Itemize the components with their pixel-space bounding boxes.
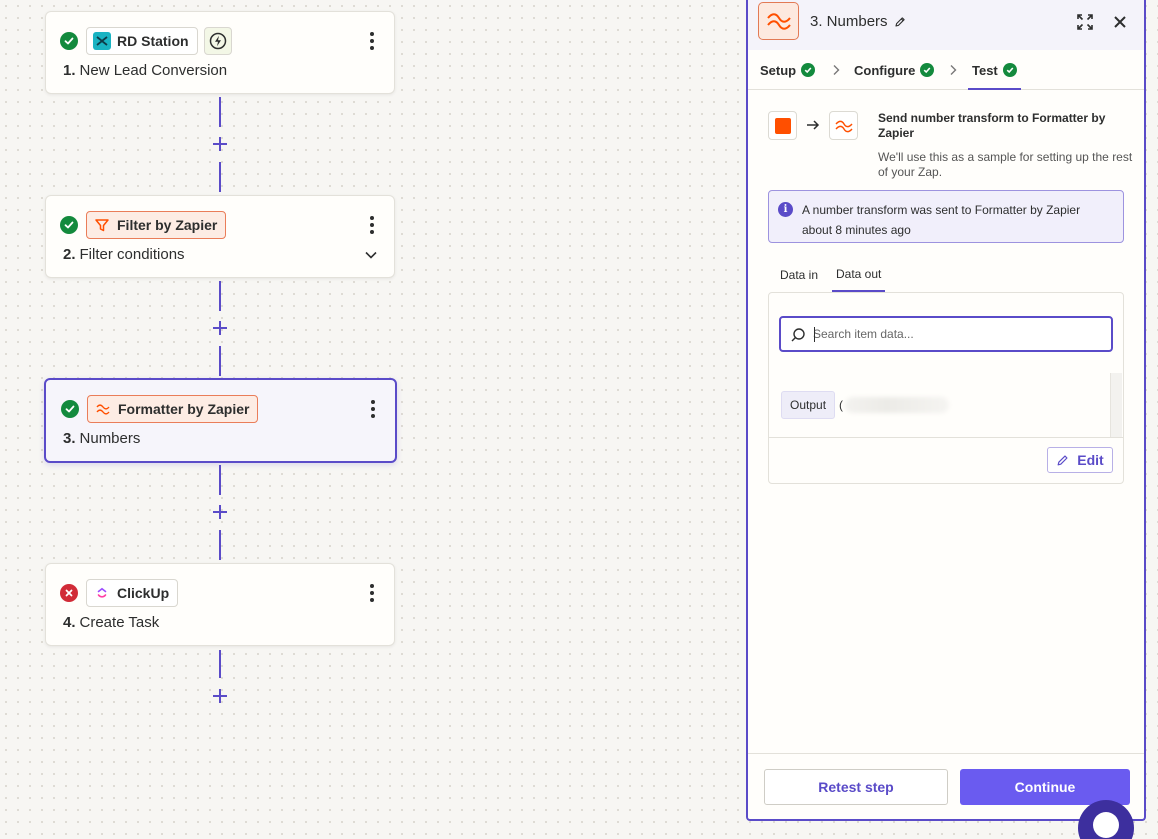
connector-line: [219, 97, 221, 127]
footer-divider: [748, 753, 1144, 754]
success-check-icon: [60, 32, 78, 50]
success-check-icon: [1002, 63, 1017, 77]
step-card-2[interactable]: Filter by Zapier 2. Filter conditions: [45, 195, 395, 278]
tab-data-in[interactable]: Data in: [776, 258, 822, 292]
step-title: 3. Numbers: [63, 430, 141, 447]
app-chip-rd-station: RD Station: [86, 27, 198, 55]
step-card-4[interactable]: ClickUp 4. Create Task: [45, 563, 395, 646]
app-name: Formatter by Zapier: [118, 401, 250, 417]
divider: [769, 437, 1123, 438]
connector-line: [219, 465, 221, 495]
formatter-approx-icon: [829, 111, 858, 140]
tab-configure[interactable]: Configure: [854, 50, 935, 90]
edit-button[interactable]: Edit: [1047, 447, 1113, 473]
output-value: (: [839, 397, 950, 413]
step-detail-panel: 3. Numbers Setup Configure Test Send num…: [746, 0, 1146, 821]
step-title: 4. Create Task: [63, 614, 160, 631]
add-step-plus-icon[interactable]: [211, 687, 229, 705]
connector-line: [219, 530, 221, 560]
pencil-icon[interactable]: [894, 16, 906, 28]
app-chip-filter: Filter by Zapier: [86, 211, 227, 239]
step-menu-icon[interactable]: [364, 29, 380, 53]
zapier-logo-icon: [768, 111, 797, 140]
step-menu-icon[interactable]: [364, 581, 380, 605]
app-name: ClickUp: [117, 585, 170, 601]
app-name: RD Station: [117, 33, 189, 49]
send-subtitle: We'll use this as a sample for setting u…: [878, 150, 1133, 179]
rd-station-logo-icon: [93, 32, 111, 50]
clickup-logo-icon: [93, 584, 111, 602]
output-row[interactable]: Output (: [781, 391, 950, 419]
success-check-icon: [801, 63, 816, 77]
filter-funnel-icon: [93, 216, 111, 234]
arrow-right-icon: [807, 120, 820, 130]
search-input[interactable]: [813, 324, 1103, 344]
chevron-down-icon[interactable]: [364, 248, 378, 262]
zap-canvas: RD Station 1. New Lead Conversion Filter …: [0, 0, 746, 839]
pencil-icon: [1057, 454, 1068, 465]
send-summary: Send number transform to Formatter by Za…: [768, 111, 1132, 181]
add-step-plus-icon[interactable]: [211, 319, 229, 337]
app-chip-clickup: ClickUp: [86, 579, 179, 607]
add-step-plus-icon[interactable]: [211, 503, 229, 521]
app-chip-formatter: Formatter by Zapier: [87, 395, 259, 423]
step-menu-icon[interactable]: [364, 213, 380, 237]
info-text: A number transform was sent to Formatter…: [802, 203, 1081, 237]
error-x-icon: [60, 584, 78, 602]
app-name: Filter by Zapier: [117, 217, 218, 233]
connector-line: [219, 346, 221, 376]
chevron-right-icon: [950, 65, 957, 75]
connector-line: [219, 281, 221, 311]
step-card-1[interactable]: RD Station 1. New Lead Conversion: [45, 11, 395, 94]
data-out-panel: Output ( Edit: [768, 292, 1124, 484]
search-icon: [791, 328, 805, 342]
send-title: Send number transform to Formatter by Za…: [878, 111, 1106, 140]
add-step-plus-icon[interactable]: [211, 135, 229, 153]
connector-line: [219, 650, 221, 678]
panel-header: 3. Numbers: [748, 0, 1144, 50]
success-check-icon: [60, 216, 78, 234]
retest-step-button[interactable]: Retest step: [764, 769, 948, 805]
instant-trigger-icon: [203, 27, 232, 55]
info-icon: i: [778, 202, 793, 217]
info-banner: i A number transform was sent to Formatt…: [768, 190, 1124, 243]
step-tabs: Setup Configure Test: [748, 50, 1144, 90]
data-tabs: Data in Data out: [768, 258, 1124, 292]
step-title: 1. New Lead Conversion: [63, 62, 228, 79]
panel-title[interactable]: 3. Numbers: [810, 13, 906, 30]
expand-icon[interactable]: [1075, 12, 1095, 32]
formatter-approx-icon: [94, 400, 112, 418]
step-title: 2. Filter conditions: [63, 246, 185, 263]
connector-line: [219, 162, 221, 192]
chevron-right-icon: [833, 65, 840, 75]
tab-data-out[interactable]: Data out: [832, 258, 886, 292]
tab-setup[interactable]: Setup: [760, 50, 816, 90]
search-box[interactable]: [779, 316, 1113, 352]
success-check-icon: [61, 400, 79, 418]
close-icon[interactable]: [1110, 12, 1130, 32]
step-card-3[interactable]: Formatter by Zapier 3. Numbers: [44, 378, 397, 463]
step-menu-icon[interactable]: [365, 397, 381, 421]
success-check-icon: [920, 63, 935, 77]
tab-test[interactable]: Test: [968, 50, 1021, 90]
formatter-approx-icon: [758, 2, 799, 40]
scrollbar[interactable]: [1110, 373, 1122, 437]
output-key: Output: [781, 391, 836, 419]
text-cursor: [814, 327, 815, 342]
redacted-value: [845, 397, 950, 413]
